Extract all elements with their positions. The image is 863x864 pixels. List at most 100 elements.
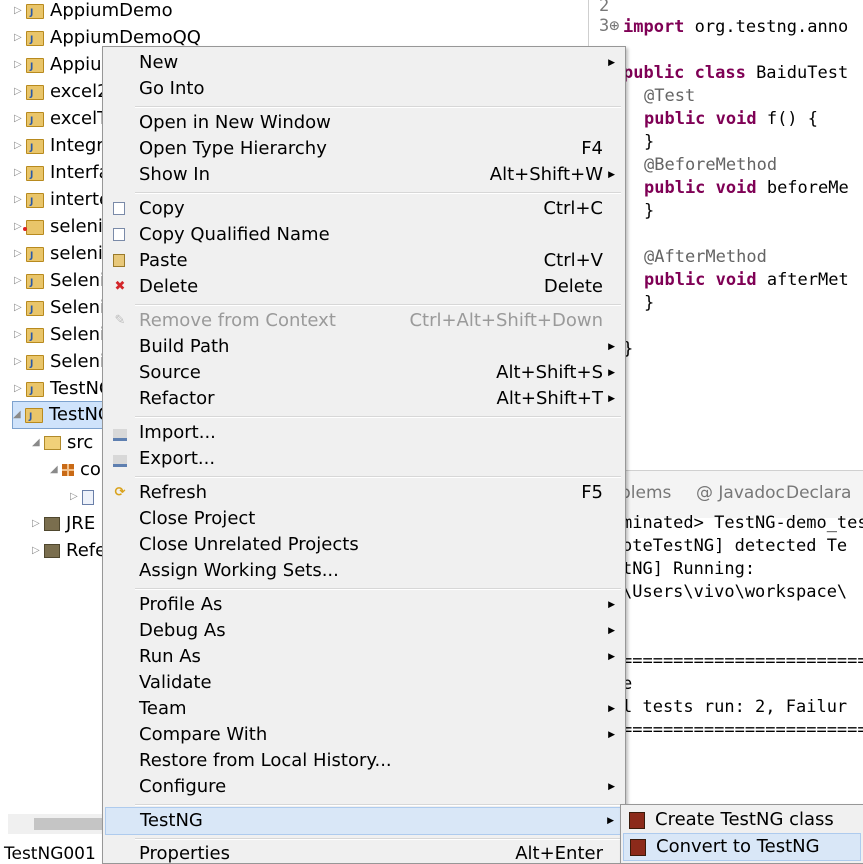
menu-item-restore-local-history[interactable]: Restore from Local History... (105, 748, 621, 774)
expand-arrow-icon[interactable]: ▷ (32, 511, 44, 537)
submenu-arrow-icon: ▶ (608, 704, 615, 714)
copy-qualified-icon (113, 228, 125, 241)
menu-item-close-unrelated-projects[interactable]: Close Unrelated Projects (105, 532, 621, 558)
code-line-method: public void f() { (644, 109, 819, 129)
expand-arrow-icon[interactable]: ▷ (14, 295, 26, 321)
menu-item-testng[interactable]: TestNG ▶ (105, 807, 621, 835)
menu-item-copy[interactable]: Copy Ctrl+C (105, 196, 621, 222)
tree-item-references[interactable]: ▷ Refe (32, 538, 106, 564)
tree-item-project[interactable]: ▷excelT (14, 106, 108, 134)
expand-arrow-icon[interactable]: ▷ (14, 322, 26, 348)
java-project-icon (26, 324, 44, 350)
code-annotation: @AfterMethod (644, 247, 767, 267)
tree-item-project[interactable]: ▷seleni (14, 214, 103, 240)
menu-item-assign-working-sets[interactable]: Assign Working Sets... (105, 558, 621, 584)
menu-item-validate[interactable]: Validate (105, 670, 621, 696)
expand-arrow-icon[interactable]: ▷ (14, 0, 26, 24)
tree-item-project[interactable]: ▷seleni (14, 241, 103, 269)
testng-class-icon (629, 812, 645, 829)
menu-item-import[interactable]: Import... (105, 420, 621, 446)
collapse-arrow-icon[interactable]: ◢ (13, 402, 25, 428)
menu-separator (135, 304, 621, 306)
tree-item-project[interactable]: ▷excel2 (14, 79, 109, 107)
expand-arrow-icon[interactable]: ▷ (14, 376, 26, 402)
console-line: oteTestNG] detected Te (622, 536, 848, 556)
submenu-arrow-icon: ▶ (608, 170, 615, 180)
tree-item-project[interactable]: ▷interte (14, 187, 110, 215)
menu-item-profile-as[interactable]: Profile As ▶ (105, 592, 621, 618)
tree-item-project[interactable]: ▷Seleni (14, 349, 105, 377)
menu-item-paste[interactable]: Paste Ctrl+V (105, 248, 621, 274)
expand-arrow-icon[interactable]: ▷ (70, 484, 82, 510)
line-number: 3⊕ (599, 16, 620, 36)
tree-item-project[interactable]: ▷TestNG (14, 376, 113, 404)
tree-item-project[interactable]: ▷Interfa (14, 160, 110, 188)
submenu-item-convert-to-testng[interactable]: Convert to TestNG (623, 833, 861, 861)
menu-item-open-type-hierarchy[interactable]: Open Type Hierarchy F4 (105, 136, 621, 162)
menu-item-run-as[interactable]: Run As ▶ (105, 644, 621, 670)
menu-item-delete[interactable]: ✖ Delete Delete (105, 274, 621, 300)
menu-item-refactor[interactable]: Refactor Alt+Shift+T ▶ (105, 386, 621, 412)
tab-problems[interactable]: blems (620, 483, 671, 503)
menu-item-show-in[interactable]: Show In Alt+Shift+W ▶ (105, 162, 621, 188)
library-icon (44, 517, 60, 531)
submenu-arrow-icon: ▶ (608, 58, 615, 68)
code-annotation: @Test (644, 86, 696, 106)
tree-item-project[interactable]: ▷Seleni (14, 268, 105, 296)
tree-item-src[interactable]: ◢ src (32, 430, 93, 456)
expand-arrow-icon[interactable]: ▷ (14, 79, 26, 105)
menu-item-build-path[interactable]: Build Path ▶ (105, 334, 621, 360)
java-project-icon (26, 54, 44, 80)
expand-arrow-icon[interactable]: ▷ (14, 133, 26, 159)
tab-javadoc[interactable]: @ Javadoc (696, 483, 785, 503)
menu-item-export[interactable]: Export... (105, 446, 621, 472)
java-project-icon (26, 0, 44, 26)
expand-arrow-icon[interactable]: ▷ (14, 106, 26, 132)
code-line-class: public class BaiduTest (623, 63, 849, 83)
tree-item-jre[interactable]: ▷ JRE (32, 511, 95, 537)
menu-item-team[interactable]: Team ▶ (105, 696, 621, 722)
collapse-arrow-icon[interactable]: ◢ (50, 457, 62, 483)
menu-item-open-new-window[interactable]: Open in New Window (105, 110, 621, 136)
expand-arrow-icon[interactable]: ▷ (32, 538, 44, 564)
expand-arrow-icon[interactable]: ▷ (14, 25, 26, 51)
expand-arrow-icon[interactable]: ▷ (14, 349, 26, 375)
collapse-arrow-icon[interactable]: ◢ (32, 430, 44, 456)
tree-item-project[interactable]: ▷AppiumDemo (14, 0, 173, 26)
tree-item-project[interactable]: ▷Seleni (14, 295, 105, 323)
java-project-icon (26, 108, 44, 134)
menu-item-new[interactable]: New ▶ (105, 50, 621, 76)
menu-item-compare-with[interactable]: Compare With ▶ (105, 722, 621, 748)
tree-item-project[interactable]: ▷Integr (14, 133, 104, 161)
expand-arrow-icon[interactable]: ▷ (14, 52, 26, 78)
menu-item-configure[interactable]: Configure ▶ (105, 774, 621, 800)
expand-arrow-icon[interactable]: ▷ (14, 241, 26, 267)
tree-item-project[interactable]: ▷Appiu (14, 52, 102, 80)
menu-item-source[interactable]: Source Alt+Shift+S ▶ (105, 360, 621, 386)
expand-arrow-icon[interactable]: ▷ (14, 160, 26, 186)
console-line: tNG] Running: (622, 559, 756, 579)
code-line-method: public void beforeMe (644, 178, 849, 198)
package-icon (62, 464, 74, 476)
code-editor[interactable]: 2 3⊕ import org.testng.anno public class… (588, 0, 863, 460)
menu-item-debug-as[interactable]: Debug As ▶ (105, 618, 621, 644)
code-brace: } (644, 132, 655, 152)
menu-item-remove-from-context: ✎ Remove from Context Ctrl+Alt+Shift+Down (114, 310, 603, 331)
expand-arrow-icon[interactable]: ▷ (14, 268, 26, 294)
menu-item-copy-qualified-name[interactable]: Copy Qualified Name (105, 222, 621, 248)
tree-item-package[interactable]: ◢ co (50, 457, 101, 483)
menu-separator (135, 416, 621, 418)
menu-item-properties[interactable]: Properties Alt+Enter (105, 841, 621, 863)
scrollbar-thumb[interactable] (34, 818, 112, 830)
tree-item-file[interactable]: ▷ (70, 484, 100, 510)
tree-item-project[interactable]: ▷Seleni (14, 322, 105, 350)
menu-item-refresh[interactable]: ⟳ Refresh F5 (105, 480, 621, 506)
expand-arrow-icon[interactable]: ▷ (14, 187, 26, 213)
java-project-icon (26, 27, 44, 53)
tab-declaration[interactable]: Declara (786, 483, 851, 503)
delete-icon: ✖ (114, 279, 126, 294)
menu-item-close-project[interactable]: Close Project (105, 506, 621, 532)
menu-item-go-into[interactable]: Go Into (105, 76, 621, 102)
submenu-item-create-testng-class[interactable]: Create TestNG class (623, 807, 859, 833)
refresh-icon: ⟳ (114, 485, 126, 500)
